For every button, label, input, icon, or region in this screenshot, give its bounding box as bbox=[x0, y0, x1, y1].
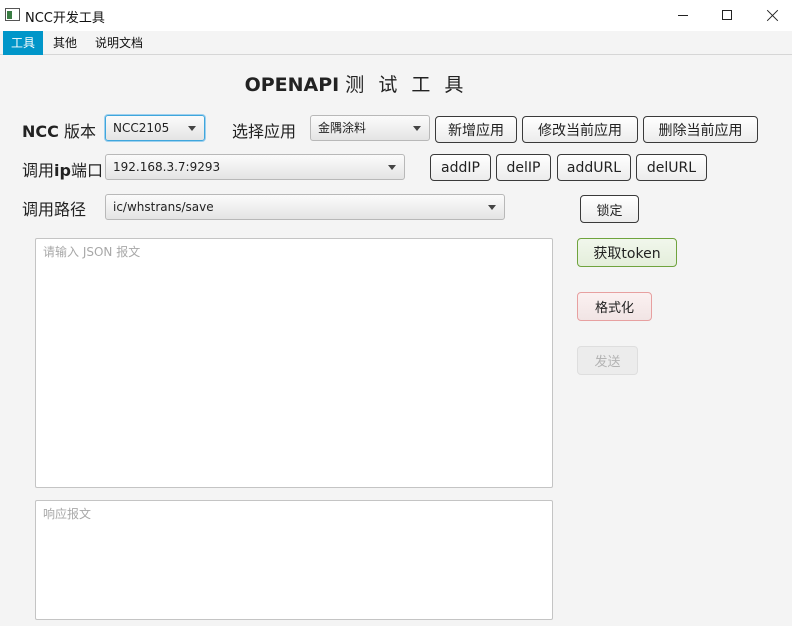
chevron-down-icon bbox=[488, 205, 496, 210]
del-url-button[interactable]: delURL bbox=[636, 154, 707, 181]
delete-app-button[interactable]: 删除当前应用 bbox=[643, 116, 758, 143]
app-icon bbox=[5, 8, 20, 21]
ip-port-label-post: 端口 bbox=[70, 161, 103, 180]
add-app-button[interactable]: 新增应用 bbox=[435, 116, 517, 143]
add-ip-button[interactable]: addIP bbox=[430, 154, 491, 181]
title-bar: NCC开发工具 bbox=[0, 0, 792, 31]
ip-port-value: 192.168.3.7:9293 bbox=[113, 160, 221, 174]
close-button[interactable] bbox=[749, 0, 792, 30]
response-output[interactable]: 响应报文 bbox=[35, 500, 553, 620]
format-button[interactable]: 格式化 bbox=[577, 292, 652, 321]
path-select[interactable]: ic/whstrans/save bbox=[105, 194, 505, 220]
add-url-button[interactable]: addURL bbox=[557, 154, 631, 181]
ncc-version-label-bold: NCC bbox=[22, 122, 59, 141]
select-app-label: 选择应用 bbox=[232, 122, 297, 141]
page-title-light: 测 试 工 具 bbox=[345, 74, 468, 96]
ip-port-label: 调用ip端口 bbox=[22, 157, 103, 181]
request-json-input[interactable]: 请输入 JSON 报文 bbox=[35, 238, 553, 488]
get-token-button[interactable]: 获取token bbox=[577, 238, 677, 267]
page-title-bold: OPENAPI bbox=[244, 74, 340, 96]
chevron-down-icon bbox=[413, 126, 421, 131]
edit-app-button[interactable]: 修改当前应用 bbox=[522, 116, 638, 143]
minimize-icon bbox=[678, 14, 688, 16]
window-title: NCC开发工具 bbox=[25, 11, 105, 26]
ncc-version-label: NCC 版本 bbox=[22, 118, 96, 142]
menu-item-other[interactable]: 其他 bbox=[45, 31, 85, 55]
ncc-version-select[interactable]: NCC2105 bbox=[105, 115, 205, 141]
page-title: OPENAPI 测 试 工 具 bbox=[0, 70, 712, 97]
ncc-version-label-rest: 版本 bbox=[58, 122, 96, 141]
ncc-version-value: NCC2105 bbox=[113, 121, 170, 135]
lock-button[interactable]: 锁定 bbox=[580, 195, 639, 223]
app-select-value: 金隅涂料 bbox=[318, 121, 367, 135]
menu-item-docs[interactable]: 说明文档 bbox=[87, 31, 151, 55]
ip-port-label-pre: 调用 bbox=[22, 161, 55, 180]
minimize-button[interactable] bbox=[660, 0, 706, 30]
path-label: 调用路径 bbox=[22, 200, 87, 219]
menu-bar: 工具 其他 说明文档 bbox=[0, 31, 792, 55]
send-button[interactable]: 发送 bbox=[577, 346, 638, 375]
menu-item-tools[interactable]: 工具 bbox=[3, 31, 44, 55]
ip-port-select[interactable]: 192.168.3.7:9293 bbox=[105, 154, 405, 180]
maximize-button[interactable] bbox=[704, 0, 750, 30]
del-ip-button[interactable]: delIP bbox=[496, 154, 551, 181]
maximize-icon bbox=[722, 10, 732, 20]
path-value: ic/whstrans/save bbox=[113, 200, 214, 214]
chevron-down-icon bbox=[188, 126, 196, 131]
ip-port-label-bold: ip bbox=[54, 161, 71, 180]
app-select[interactable]: 金隅涂料 bbox=[310, 115, 430, 141]
close-icon bbox=[766, 9, 779, 22]
chevron-down-icon bbox=[388, 165, 396, 170]
